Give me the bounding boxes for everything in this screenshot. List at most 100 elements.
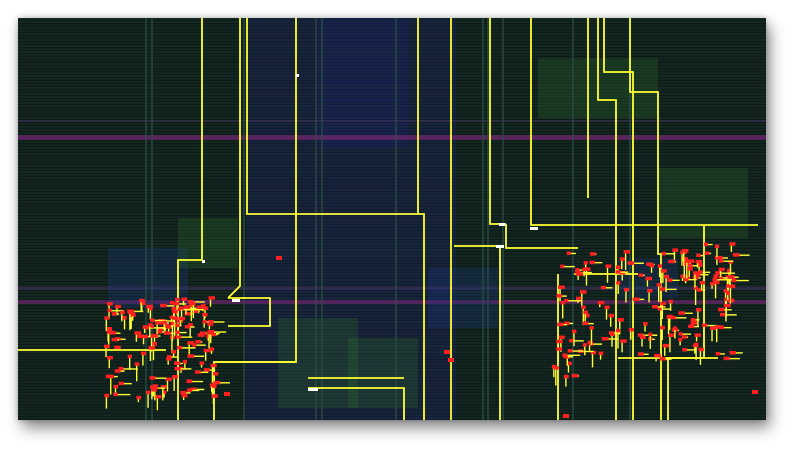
logic-cell [567,349,573,353]
logic-cell [207,322,214,326]
logic-cell [703,242,709,247]
logic-cell [122,316,127,320]
layout-viewport[interactable] [18,18,766,420]
logic-cell [647,288,653,293]
logic-cell [127,310,135,315]
logic-cell [563,414,569,418]
logic-cell [202,312,208,317]
logic-cell [600,285,606,290]
logic-cell [209,347,215,351]
logic-cell [113,392,118,397]
logic-cell [718,259,724,263]
logic-cell [162,320,167,325]
logic-cell [107,302,113,306]
logic-cell [727,275,735,279]
logic-cell [690,317,696,322]
logic-cell [146,390,151,395]
logic-tint [658,168,748,238]
logic-cell [645,276,653,281]
logic-cell [627,261,635,265]
logic-cell [118,381,124,386]
logic-cell [558,285,565,289]
logic-cell [186,379,193,384]
logic-cell [680,274,687,279]
logic-cell [569,338,574,343]
logic-cell [717,307,725,312]
logic-cell [649,263,655,268]
logic-cell [111,312,117,316]
logic-cell [723,303,731,308]
logic-cell [589,260,595,265]
logic-cell [698,347,704,352]
logic-tint [348,338,418,408]
logic-cell [668,259,675,264]
logic-cell [165,377,172,381]
logic-cell [576,272,584,276]
logic-cell [184,325,191,329]
logic-cell [619,257,626,261]
logic-cell [557,322,564,327]
logic-cell [203,368,210,372]
logic-cell [598,351,604,356]
logic-cell [136,395,142,400]
logic-cell [179,306,184,310]
logic-cell [597,301,605,305]
logic-cell [589,326,594,330]
logic-cell [203,348,211,353]
logic-cell [114,304,121,309]
logic-cell [659,287,666,291]
logic-cell [581,305,586,310]
logic-cell [695,259,702,264]
logic-cell [558,335,565,340]
logic-cell [556,294,562,298]
logic-cell [678,311,685,315]
logic-cell [715,351,721,356]
logic-cell [589,252,596,256]
pin-marker [296,74,299,77]
logic-cell [583,310,588,315]
logic-cell [183,305,191,309]
logic-cell [166,325,172,329]
logic-cell [107,356,113,360]
logic-cell [169,300,174,305]
logic-cell [111,337,118,342]
logic-cell [660,325,666,330]
logic-cell [729,350,736,355]
logic-cell [729,242,736,246]
logic-cell [678,337,683,342]
logic-cell [142,325,148,329]
logic-cell [151,342,157,346]
logic-cell [104,393,110,398]
logic-cell [199,361,205,365]
logic-cell [660,301,666,306]
logic-cell [632,297,640,301]
logic-cell [661,251,666,256]
logic-cell [579,290,587,294]
logic-cell [107,308,112,313]
logic-cell [553,366,559,370]
logic-cell [163,331,171,335]
logic-cell [662,343,670,348]
logic-cell [638,273,644,277]
logic-cell [714,244,720,249]
logic-cell [155,321,161,325]
logic-cell [648,332,653,337]
logic-cell [207,330,215,334]
logic-cell [582,321,589,326]
logic-cell [444,350,450,354]
logic-cell [571,329,577,334]
pin-marker [496,245,504,248]
logic-cell [166,357,172,361]
logic-cell [150,318,155,322]
logic-cell [582,343,587,347]
logic-cell [187,354,195,358]
logic-cell [172,316,178,320]
logic-cell [718,267,725,272]
logic-cell [176,345,183,350]
routing-canvas[interactable] [18,18,766,420]
logic-cell [678,332,683,336]
logic-cell [560,264,565,269]
logic-cell [139,298,145,303]
logic-cell [723,356,730,361]
logic-cell [681,248,689,253]
